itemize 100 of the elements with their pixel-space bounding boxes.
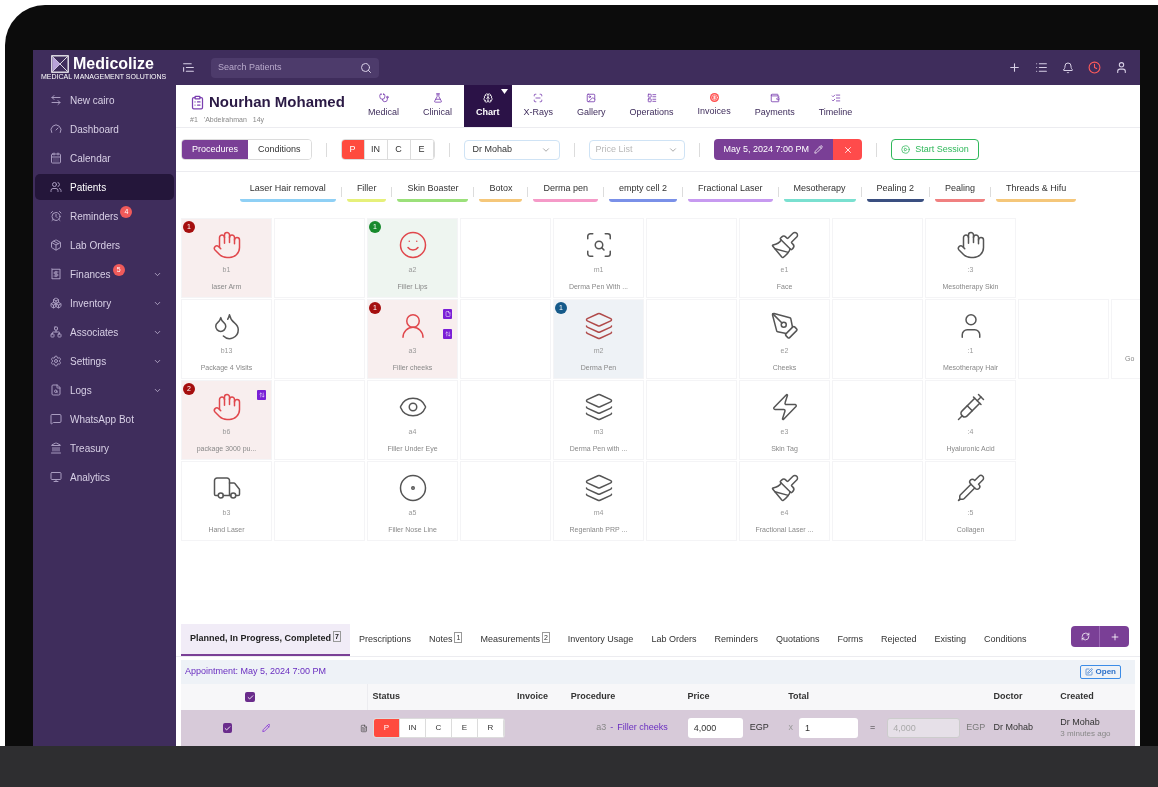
total-field: 4,000: [887, 718, 961, 738]
pencil-icon[interactable]: [261, 723, 271, 733]
patient-tab[interactable]: Invoices: [685, 85, 743, 127]
plus-icon[interactable]: [1008, 61, 1021, 74]
price-list-select[interactable]: Price List: [588, 139, 685, 160]
patient-tab[interactable]: Payments: [742, 85, 807, 127]
swap-icon[interactable]: [443, 329, 452, 339]
patient-tab[interactable]: Medical: [356, 85, 411, 127]
category-tab[interactable]: Threads & Hifu: [996, 182, 1077, 202]
edit-icon: [1084, 668, 1093, 676]
bottom-tab[interactable]: Forms: [828, 624, 872, 656]
checklist-icon: [830, 92, 841, 103]
sidebar-item[interactable]: Logs: [35, 377, 174, 403]
dollar-icon: [709, 93, 719, 103]
bottom-tab[interactable]: Lab Orders: [642, 624, 706, 656]
calendar-icon: [50, 152, 62, 164]
bottom-tab[interactable]: Rejected: [871, 624, 926, 656]
clipboard-icon: [190, 94, 205, 110]
patient-tab[interactable]: Clinical: [411, 85, 465, 127]
patient-tab[interactable]: Gallery: [565, 85, 618, 127]
sidebar-item[interactable]: Dashboard: [35, 116, 174, 142]
open-button[interactable]: Open: [1079, 665, 1121, 679]
select-all-checkbox[interactable]: [245, 692, 256, 702]
sidebar-item[interactable]: Patients: [35, 174, 174, 200]
wallet-icon: [769, 92, 780, 103]
patient-tab[interactable]: Chart: [464, 85, 512, 127]
patient-tab[interactable]: X-Rays: [511, 85, 566, 127]
row-checkbox[interactable]: [223, 723, 232, 733]
category-tab[interactable]: Pealing 2: [866, 182, 925, 202]
menu-icon[interactable]: [182, 61, 195, 74]
category-tab[interactable]: Laser Hair removal: [239, 182, 336, 202]
layers-icon: [583, 473, 614, 503]
refresh-icon: [1080, 632, 1090, 641]
document-icon[interactable]: [360, 723, 368, 733]
sidebar-item[interactable]: Settings: [35, 348, 174, 374]
category-tab[interactable]: Filler: [346, 182, 387, 202]
bottom-tab[interactable]: Prescriptions: [349, 624, 420, 656]
search-icon: [360, 61, 372, 74]
separator: -: [610, 721, 614, 735]
category-tab[interactable]: Skin Boaster: [397, 182, 469, 202]
user-icon[interactable]: [1115, 61, 1128, 74]
doctor-name: Dr Mohab: [992, 721, 1035, 735]
category-tab[interactable]: Derma pen: [533, 182, 598, 202]
doctor-select[interactable]: Dr Mohab: [463, 139, 560, 160]
patient-tab[interactable]: Timeline: [806, 85, 865, 127]
price-field[interactable]: 4,000: [687, 718, 743, 738]
network-icon: [50, 326, 62, 338]
play-icon: [901, 145, 911, 154]
column-header: Created: [1059, 690, 1095, 704]
mode-button[interactable]: Procedures: [182, 140, 249, 159]
quantity-field[interactable]: 1: [798, 718, 858, 738]
price-list-input[interactable]: Price List: [595, 142, 668, 157]
search-input[interactable]: Search Patients: [218, 60, 360, 75]
sidebar-item[interactable]: New cairo: [35, 87, 174, 113]
procedure-link[interactable]: Filler cheeks: [617, 721, 668, 735]
bottom-tab[interactable]: Existing: [925, 624, 975, 656]
document-icon[interactable]: [443, 309, 452, 319]
receipt-icon: [50, 268, 62, 280]
logo-text: Medicolize: [73, 54, 154, 73]
currency-label: EGP: [749, 721, 769, 735]
list-icon[interactable]: [1035, 61, 1048, 74]
search-field[interactable]: Search Patients: [211, 57, 379, 78]
sidebar-item[interactable]: Associates: [35, 319, 174, 345]
sidebar-item[interactable]: WhatsApp Bot: [35, 406, 174, 432]
close-icon: [842, 144, 853, 155]
category-tab[interactable]: empty cell 2: [608, 182, 677, 202]
bottom-tab[interactable]: Reminders: [705, 624, 767, 656]
sidebar-item[interactable]: Treasury: [35, 435, 174, 461]
created-by: Dr Mohab: [1060, 716, 1101, 728]
caret-icon: [500, 89, 508, 94]
table-row[interactable]: P IN C E R a3 - Filler cheeks 4,000 EGP x 1 = 4,000 EGP Dr Mohab Dr Mohab 3 minutes ago: [181, 710, 1135, 746]
bell-icon[interactable]: [1062, 61, 1074, 74]
column-header: Total: [787, 690, 810, 704]
bank-icon: [50, 442, 62, 454]
clock-icon[interactable]: [1088, 61, 1101, 74]
flask-icon: [432, 92, 443, 103]
bottom-tab[interactable]: Conditions: [975, 624, 1036, 656]
hand-icon: [955, 230, 986, 260]
category-tab[interactable]: Fractional Laser: [688, 182, 773, 202]
sidebar-item[interactable]: Calendar: [35, 145, 174, 171]
patient-tab[interactable]: Operations: [617, 85, 686, 127]
sidebar-item[interactable]: Analytics: [35, 464, 174, 490]
column-header: Invoice: [516, 690, 550, 704]
created-time: 3 minutes ago: [1060, 728, 1112, 740]
category-tab[interactable]: Botox: [479, 182, 523, 202]
swap-icon[interactable]: [257, 390, 266, 400]
pencil-icon: [814, 145, 824, 154]
sidebar-item[interactable]: Lab Orders: [35, 232, 174, 258]
sidebar-item[interactable]: Inventory: [35, 290, 174, 316]
bottom-tab[interactable]: Inventory Usage: [558, 624, 643, 656]
boxes-icon: [50, 297, 62, 309]
category-tab[interactable]: Pealing: [935, 182, 986, 202]
syringe-icon: [955, 392, 986, 422]
category-tab[interactable]: Mesotherapy: [783, 182, 856, 202]
appointment-button[interactable]: May 5, 2024 7:00 PM: [713, 139, 834, 160]
hand-icon: [211, 230, 242, 260]
currency-label: EGP: [966, 721, 986, 735]
close-button[interactable]: [833, 139, 863, 160]
bottom-tab[interactable]: Quotations: [766, 624, 829, 656]
stethoscope-icon: [378, 92, 389, 103]
